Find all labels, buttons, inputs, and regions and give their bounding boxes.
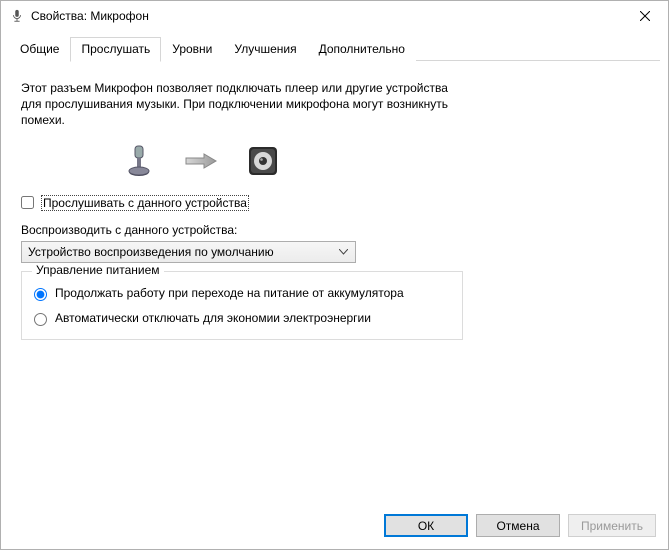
titlebar: Свойства: Микрофон — [1, 1, 668, 31]
playback-device-select[interactable]: Устройство воспроизведения по умолчанию — [21, 241, 356, 263]
output-device-icon — [245, 143, 281, 179]
listen-checkbox-label[interactable]: Прослушивать с данного устройства — [41, 195, 249, 211]
tab-content: Этот разъем Микрофон позволяет подключат… — [1, 62, 668, 504]
listen-checkbox-row: Прослушивать с данного устройства — [21, 195, 648, 211]
graphic-row — [21, 143, 381, 179]
power-option-disable-label[interactable]: Автоматически отключать для экономии эле… — [55, 311, 371, 327]
power-option-continue-label[interactable]: Продолжать работу при переходе на питани… — [55, 286, 404, 302]
power-option-continue-row: Продолжать работу при переходе на питани… — [34, 286, 450, 302]
tab-enhancements[interactable]: Улучшения — [223, 37, 307, 61]
power-management-legend: Управление питанием — [32, 263, 164, 277]
listen-checkbox[interactable] — [21, 196, 34, 209]
input-device-icon — [121, 143, 157, 179]
window-title: Свойства: Микрофон — [31, 9, 622, 23]
power-option-disable-row: Автоматически отключать для экономии эле… — [34, 311, 450, 327]
ok-button[interactable]: ОК — [384, 514, 468, 537]
tab-listen[interactable]: Прослушать — [70, 37, 161, 62]
power-option-continue-radio[interactable] — [34, 288, 47, 301]
close-button[interactable] — [622, 1, 668, 31]
playback-device-value: Устройство воспроизведения по умолчанию — [28, 245, 335, 259]
apply-button: Применить — [568, 514, 656, 537]
dialog-footer: ОК Отмена Применить — [1, 504, 668, 549]
power-management-group: Управление питанием Продолжать работу пр… — [21, 271, 463, 340]
tab-advanced[interactable]: Дополнительно — [308, 37, 416, 61]
dialog-window: Свойства: Микрофон Общие Прослушать Уров… — [0, 0, 669, 550]
chevron-down-icon — [335, 246, 351, 258]
tab-general[interactable]: Общие — [9, 37, 70, 61]
cancel-button[interactable]: Отмена — [476, 514, 560, 537]
tab-strip: Общие Прослушать Уровни Улучшения Дополн… — [1, 31, 668, 62]
tab-levels[interactable]: Уровни — [161, 37, 223, 61]
description-text: Этот разъем Микрофон позволяет подключат… — [21, 80, 451, 129]
arrow-right-icon — [183, 143, 219, 179]
playback-device-label: Воспроизводить с данного устройства: — [21, 223, 648, 237]
microphone-icon — [9, 8, 25, 24]
power-option-disable-radio[interactable] — [34, 313, 47, 326]
